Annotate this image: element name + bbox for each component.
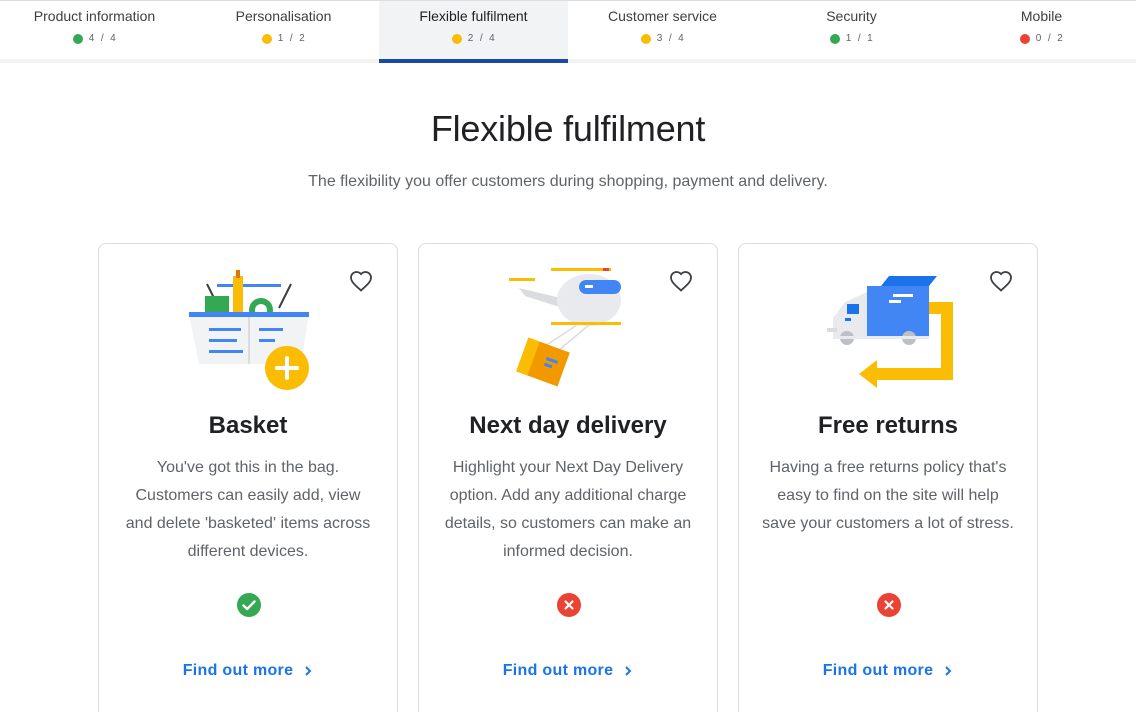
check-icon <box>237 593 261 617</box>
tab-label: Mobile <box>1020 8 1063 24</box>
favorite-heart-icon[interactable] <box>349 270 373 294</box>
tab-mobile[interactable]: Mobile 0 / 2 <box>947 1 1136 63</box>
progress-total: 1 <box>867 33 874 44</box>
chevron-right-icon <box>625 666 632 676</box>
link-label: Find out more <box>502 662 614 679</box>
find-out-more-link[interactable]: Find out more <box>419 662 717 680</box>
tab-progress: 1 / 1 <box>757 33 946 44</box>
tab-label: Personalisation <box>235 8 332 24</box>
tab-label: Flexible fulfilment <box>419 8 528 24</box>
progress-done: 3 <box>656 33 663 44</box>
tab-label: Customer service <box>608 8 717 24</box>
progress-done: 1 <box>277 33 284 44</box>
progress-separator: / <box>857 33 862 44</box>
tab-personalisation[interactable]: Personalisation 1 / 2 <box>189 1 378 63</box>
progress-total: 2 <box>299 33 306 44</box>
progress-total: 4 <box>489 33 496 44</box>
favorite-heart-icon[interactable] <box>989 270 1013 294</box>
progress-separator: / <box>1047 33 1052 44</box>
drone-delivery-icon <box>509 268 621 387</box>
chevron-right-icon <box>945 666 952 676</box>
progress-total: 4 <box>678 33 685 44</box>
favorite-heart-icon[interactable] <box>669 270 693 294</box>
card-description: Having a free returns policy that's easy… <box>762 459 1014 532</box>
tab-security[interactable]: Security 1 / 1 <box>757 1 946 63</box>
card-free-returns: Free returns Having a free returns polic… <box>738 243 1038 712</box>
link-label: Find out more <box>182 662 294 679</box>
progress-separator: / <box>100 33 105 44</box>
progress-total: 2 <box>1057 33 1064 44</box>
status-dot-icon <box>1019 33 1030 44</box>
page-title: Flexible fulfilment <box>430 108 706 149</box>
tab-label: Product information <box>33 8 156 24</box>
card-title: Free returns <box>817 412 959 439</box>
card-title: Next day delivery <box>469 412 667 439</box>
tab-progress: 1 / 2 <box>189 33 378 44</box>
returns-truck-icon <box>827 276 953 388</box>
status-dot-icon <box>261 33 272 44</box>
close-icon <box>557 593 581 617</box>
progress-separator: / <box>479 33 484 44</box>
progress-tabs: Product information 4 / 4 Personalisatio… <box>0 0 1136 63</box>
basket-icon <box>189 270 309 390</box>
status-dot-icon <box>72 33 83 44</box>
page-subtitle: The flexibility you offer customers duri… <box>308 173 828 190</box>
tab-progress: 4 / 4 <box>0 33 189 44</box>
tab-product-information[interactable]: Product information 4 / 4 <box>0 1 189 63</box>
progress-total: 4 <box>110 33 117 44</box>
card-basket: Basket You've got this in the bag. Custo… <box>98 243 398 712</box>
card-description: Highlight your Next Day Delivery option.… <box>444 459 692 560</box>
tab-progress: 3 / 4 <box>568 33 757 44</box>
progress-done: 0 <box>1035 33 1042 44</box>
tab-progress: 0 / 2 <box>947 33 1136 44</box>
find-out-more-link[interactable]: Find out more <box>739 662 1037 680</box>
progress-done: 4 <box>88 33 95 44</box>
status-dot-icon <box>640 33 651 44</box>
progress-separator: / <box>668 33 673 44</box>
find-out-more-link[interactable]: Find out more <box>99 662 397 680</box>
progress-done: 2 <box>467 33 474 44</box>
progress-done: 1 <box>845 33 852 44</box>
card-title: Basket <box>208 412 288 439</box>
tab-flexible-fulfilment[interactable]: Flexible fulfilment 2 / 4 <box>379 1 568 63</box>
close-icon <box>877 593 901 617</box>
status-dot-icon <box>451 33 462 44</box>
card-next-day-delivery: Next day delivery Highlight your Next Da… <box>418 243 718 712</box>
tab-customer-service[interactable]: Customer service 3 / 4 <box>568 1 757 63</box>
status-dot-icon <box>829 33 840 44</box>
tab-progress: 2 / 4 <box>379 33 568 44</box>
progress-separator: / <box>289 33 294 44</box>
link-label: Find out more <box>822 662 934 679</box>
tab-label: Security <box>826 8 877 24</box>
card-description: You've got this in the bag. Customers ca… <box>125 459 371 560</box>
chevron-right-icon <box>305 666 312 676</box>
